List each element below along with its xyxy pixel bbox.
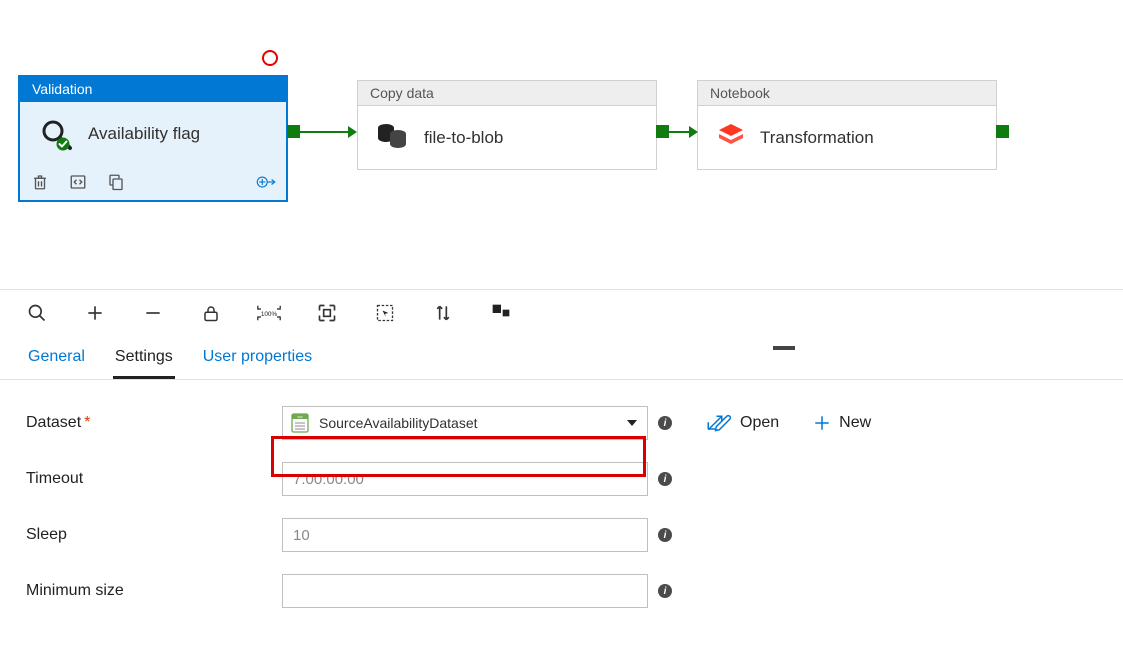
dataset-value: SourceAvailabilityDataset	[319, 415, 478, 431]
new-dataset-button[interactable]: New	[813, 414, 871, 432]
tab-settings[interactable]: Settings	[113, 344, 175, 379]
connector	[669, 131, 689, 133]
canvas-toolbar: 100%	[0, 290, 1123, 332]
panel-drag-handle[interactable]	[773, 346, 795, 350]
fit-screen-icon[interactable]	[314, 300, 340, 326]
minimum-size-label: Minimum size	[26, 582, 282, 600]
chevron-down-icon	[627, 420, 637, 426]
detail-tabs: General Settings User properties	[0, 332, 1123, 380]
tab-general[interactable]: General	[26, 344, 87, 379]
sleep-label: Sleep	[26, 526, 282, 544]
validation-icon	[38, 116, 74, 152]
info-icon[interactable]: i	[658, 584, 672, 598]
dataset-label: Dataset*	[26, 414, 282, 432]
zoom-icon[interactable]	[24, 300, 50, 326]
activity-title: file-to-blob	[424, 128, 503, 148]
activity-title: Availability flag	[88, 124, 200, 144]
tab-user-properties[interactable]: User properties	[201, 344, 314, 379]
svg-text:csv: csv	[297, 415, 303, 419]
lock-icon[interactable]	[198, 300, 224, 326]
layout-icon[interactable]	[488, 300, 514, 326]
dataset-dropdown[interactable]: csv SourceAvailabilityDataset	[282, 406, 648, 440]
databricks-icon	[716, 120, 746, 155]
activity-type-label: Copy data	[358, 81, 656, 106]
timeout-label: Timeout	[26, 470, 282, 488]
select-icon[interactable]	[372, 300, 398, 326]
breakpoint-marker[interactable]	[262, 50, 278, 66]
pipeline-canvas[interactable]: Validation Availability flag	[0, 0, 1123, 290]
minimum-size-input[interactable]	[282, 574, 648, 608]
copy-icon[interactable]	[106, 172, 126, 192]
sleep-input[interactable]	[282, 518, 648, 552]
info-icon[interactable]: i	[658, 416, 672, 430]
copy-data-icon	[376, 120, 410, 155]
code-icon[interactable]	[68, 172, 88, 192]
dataset-file-icon: csv	[291, 413, 309, 433]
activity-notebook[interactable]: Notebook Transformation	[697, 80, 997, 170]
output-handle[interactable]	[996, 125, 1009, 138]
arrow-icon	[348, 126, 357, 138]
activity-title: Transformation	[760, 128, 874, 148]
activity-validation[interactable]: Validation Availability flag	[18, 75, 288, 202]
activity-copy-data[interactable]: Copy data file-to-blob	[357, 80, 657, 170]
zoom-out-icon[interactable]	[140, 300, 166, 326]
zoom-in-icon[interactable]	[82, 300, 108, 326]
activity-type-label: Validation	[20, 77, 286, 102]
info-icon[interactable]: i	[658, 528, 672, 542]
connector	[300, 131, 348, 133]
activity-type-label: Notebook	[698, 81, 996, 106]
zoom-reset-icon[interactable]: 100%	[256, 300, 282, 326]
svg-text:100%: 100%	[261, 311, 278, 318]
output-handle[interactable]	[287, 125, 300, 138]
settings-form: Dataset* csv SourceAvailabilityDataset i…	[0, 380, 1123, 656]
timeout-input[interactable]	[282, 462, 648, 496]
arrow-icon	[689, 126, 698, 138]
delete-icon[interactable]	[30, 172, 50, 192]
reorder-icon[interactable]	[430, 300, 456, 326]
open-dataset-button[interactable]: Open	[706, 414, 779, 432]
add-output-icon[interactable]	[256, 172, 276, 192]
output-handle[interactable]	[656, 125, 669, 138]
info-icon[interactable]: i	[658, 472, 672, 486]
